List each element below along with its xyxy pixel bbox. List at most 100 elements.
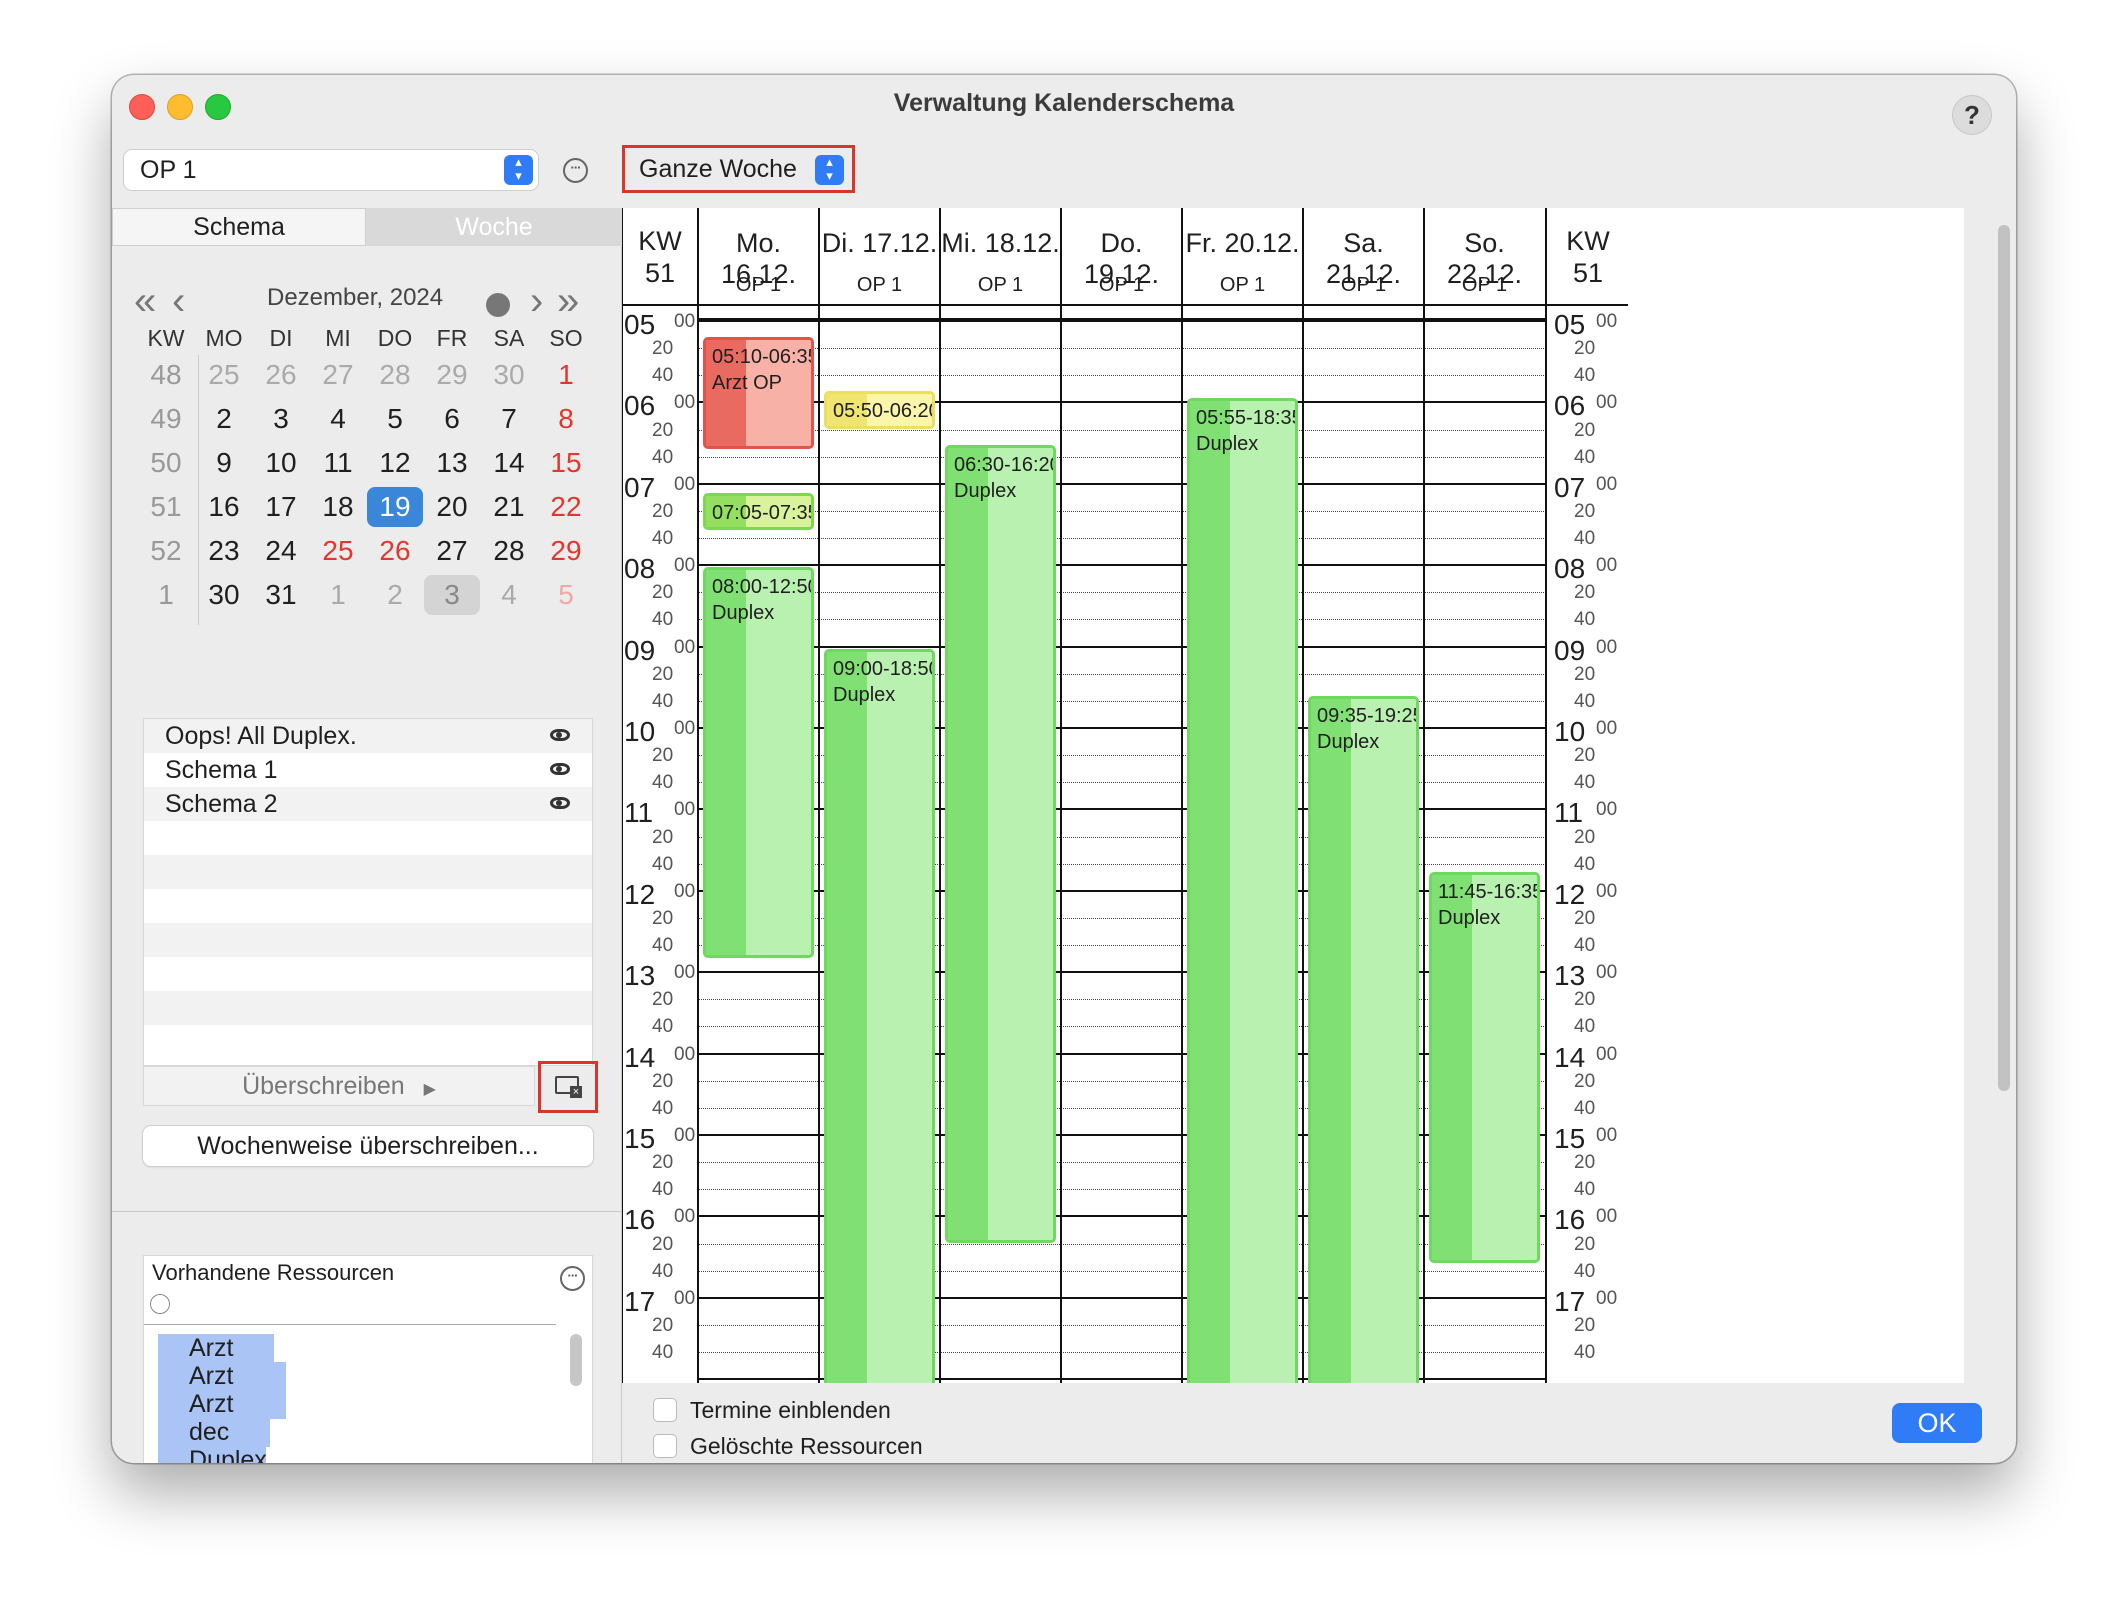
calendar-day[interactable]: 12 (367, 443, 423, 483)
more-options-icon[interactable]: ··· (563, 158, 588, 183)
calendar-day[interactable]: 4 (481, 575, 537, 615)
calendar-day[interactable]: 28 (481, 531, 537, 571)
next-month-icon[interactable]: › (530, 281, 543, 321)
show-appointments-checkbox[interactable] (653, 1398, 677, 1422)
minute-label: 00 (1596, 636, 1618, 658)
day-column-header[interactable]: Di. 17.12. OP 1 (819, 208, 940, 304)
day-column-header[interactable]: Mi. 18.12. OP 1 (940, 208, 1061, 304)
calendar-day[interactable]: 2 (196, 399, 252, 439)
calendar-day[interactable]: 9 (196, 443, 252, 483)
eye-icon[interactable] (550, 797, 570, 809)
resource-color-bar (948, 448, 988, 1240)
calendar-day[interactable]: 21 (481, 487, 537, 527)
list-stripe (144, 991, 592, 1025)
resource-item[interactable]: dec OP (158, 1418, 270, 1463)
calendar-day[interactable]: 6 (424, 399, 480, 439)
calendar-day[interactable]: 26 (253, 355, 309, 395)
resource-item[interactable]: Arzt OP (158, 1334, 274, 1391)
calendar-day[interactable]: 31 (253, 575, 309, 615)
help-button[interactable]: ? (1952, 95, 1992, 135)
calendar-day[interactable]: 29 (538, 531, 594, 571)
schedule-block[interactable]: 09:00-18:50: Duplex (824, 648, 935, 1383)
calendar-day[interactable]: 24 (253, 531, 309, 571)
schedule-block[interactable]: 09:35-19:25: Duplex (1308, 696, 1419, 1383)
resources-scrollbar[interactable] (570, 1334, 582, 1386)
divider (112, 1211, 622, 1212)
calendar-day[interactable]: 5 (367, 399, 423, 439)
calendar-day[interactable]: 30 (481, 355, 537, 395)
calendar-day[interactable]: 11 (310, 443, 366, 483)
calendar-day[interactable]: 7 (481, 399, 537, 439)
calendar-day[interactable]: 27 (310, 355, 366, 395)
eye-icon[interactable] (550, 729, 570, 741)
calendar-day[interactable]: 15 (538, 443, 594, 483)
overwrite-button[interactable]: Überschreiben ▶ (143, 1066, 535, 1106)
tab-schema[interactable]: Schema (112, 208, 366, 246)
calendar-day[interactable]: 10 (253, 443, 309, 483)
calendar-day[interactable]: 1 (310, 575, 366, 615)
minute-label: 40 (652, 772, 674, 794)
today-dot-icon[interactable] (486, 293, 510, 317)
schedule-block[interactable]: 08:00-12:50: Duplex (703, 567, 814, 958)
day-column-divider (1545, 208, 1547, 1383)
schedule-block[interactable]: 05:50-06:20: Arzt SPP (824, 390, 935, 429)
calendar-day[interactable]: 17 (253, 487, 309, 527)
schema-list-item[interactable]: Schema 1 (144, 753, 592, 787)
calendar-day[interactable]: 8 (538, 399, 594, 439)
schema-list-item[interactable]: Oops! All Duplex. (144, 719, 592, 753)
calendar-day[interactable]: 20 (424, 487, 480, 527)
day-column-header[interactable]: So. 22.12. OP 1 (1424, 208, 1545, 304)
resource-item[interactable]: Arzt SPG (158, 1362, 286, 1419)
calendar-day[interactable]: 13 (424, 443, 480, 483)
calendar-day[interactable]: 30 (196, 575, 252, 615)
schedule-block[interactable]: 11:45-16:35: Duplex (1429, 872, 1540, 1263)
calendar-day[interactable]: 5 (538, 575, 594, 615)
calendar-day[interactable]: 3 (424, 575, 480, 615)
calendar-day[interactable]: 27 (424, 531, 480, 571)
deleted-resources-checkbox[interactable] (653, 1434, 677, 1458)
minute-line (698, 510, 1546, 512)
calendar-day[interactable]: 23 (196, 531, 252, 571)
calendar-day[interactable]: 26 (367, 531, 423, 571)
calendar-day[interactable]: 16 (196, 487, 252, 527)
schedule-block[interactable]: 06:30-16:20: Duplex (945, 445, 1056, 1243)
resource-item[interactable]: Duplex (158, 1446, 267, 1463)
calendar-day[interactable]: 25 (196, 355, 252, 395)
schedule-block[interactable]: 05:10-06:35: Arzt OP (703, 336, 814, 449)
ok-button[interactable]: OK (1892, 1403, 1982, 1443)
op-room-select[interactable]: OP 1 ▴ ▾ (124, 150, 538, 190)
display-settings-button[interactable]: × (538, 1061, 598, 1113)
calendar-day[interactable]: 4 (310, 399, 366, 439)
schedule-block[interactable]: 05:55-18:35: Duplex (1187, 397, 1298, 1383)
day-column-header[interactable]: Do. 19.12. OP 1 (1061, 208, 1182, 304)
resource-item[interactable]: Arzt SPP (158, 1390, 286, 1447)
calendar-day[interactable]: 2 (367, 575, 423, 615)
week-range-select[interactable]: Ganze Woche ▴ ▾ (631, 151, 846, 187)
resources-radio[interactable] (150, 1294, 170, 1314)
previous-month-icon[interactable]: ‹ (172, 281, 185, 321)
calendar-day[interactable]: 29 (424, 355, 480, 395)
calendar-day[interactable]: 19 (367, 487, 423, 527)
schema-list-item-label: Schema 2 (165, 790, 278, 818)
close-badge-icon: × (570, 1086, 582, 1098)
calendar-day[interactable]: 1 (538, 355, 594, 395)
eye-icon[interactable] (550, 763, 570, 775)
calendar-day[interactable]: 22 (538, 487, 594, 527)
previous-year-icon[interactable]: « (134, 281, 156, 321)
calendar-day[interactable]: 18 (310, 487, 366, 527)
calendar-day[interactable]: 25 (310, 531, 366, 571)
schema-list-item[interactable]: Schema 2 (144, 787, 592, 821)
calendar-day[interactable]: 3 (253, 399, 309, 439)
schedule-scrollbar[interactable] (1998, 225, 2010, 1091)
day-column-header[interactable]: Sa. 21.12. OP 1 (1303, 208, 1424, 304)
next-year-icon[interactable]: » (557, 281, 579, 321)
calendar-day[interactable]: 14 (481, 443, 537, 483)
resources-more-icon[interactable]: ··· (560, 1266, 585, 1291)
day-column-header[interactable]: Mo. 16.12. OP 1 (698, 208, 819, 304)
tab-woche[interactable]: Woche (366, 208, 622, 246)
schedule-block[interactable]: 07:05-07:35: Arzt SPG (703, 492, 814, 531)
weekly-overwrite-button[interactable]: Wochenweise überschreiben... (143, 1126, 593, 1166)
day-column-header[interactable]: Fr. 20.12. OP 1 (1182, 208, 1303, 304)
calendar-day[interactable]: 28 (367, 355, 423, 395)
calendar-weekday-header: SA (493, 325, 525, 351)
